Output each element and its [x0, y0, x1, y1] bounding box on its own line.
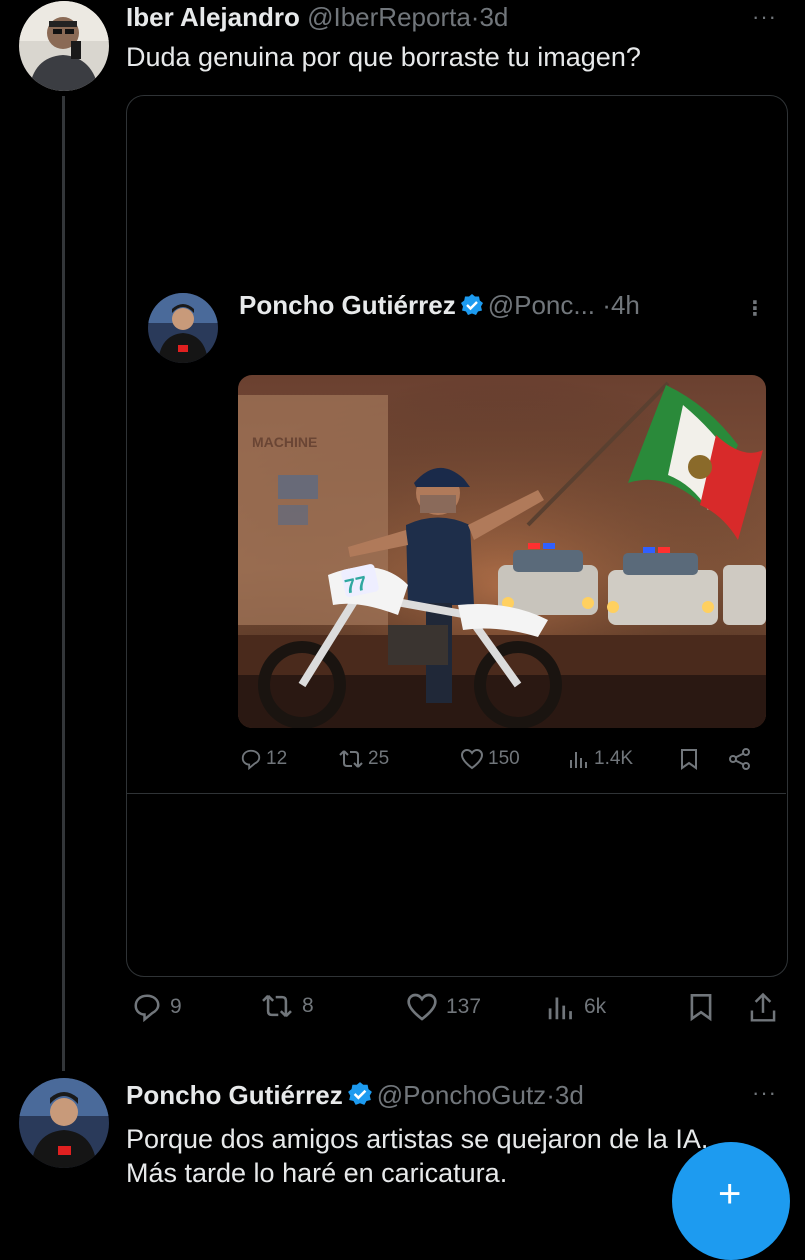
bike-number-text: 77 [343, 572, 369, 598]
tweet-text: Duda genuina por que borraste tu imagen? [126, 42, 641, 72]
quoted-repost: 25 [338, 748, 389, 770]
bookmark-icon [681, 749, 697, 770]
avatar [148, 293, 218, 363]
reply-text: Porque dos amigos artistas se quejaron d… [126, 1124, 709, 1188]
quoted-time: 4h [610, 290, 640, 320]
quoted-reply-count: 12 [266, 748, 288, 769]
verified-badge-icon [347, 1082, 372, 1105]
view-count: 6k [584, 995, 607, 1018]
more-options-icon[interactable]: ··· [752, 4, 777, 30]
more-options-icon[interactable]: ··· [752, 1080, 777, 1106]
quoted-handle: @Ponc... [487, 290, 596, 320]
views-button[interactable]: 6k [546, 992, 606, 1022]
quoted-views: 1.4K [568, 748, 633, 770]
divider [126, 793, 786, 794]
separator-dot: · [602, 290, 611, 320]
tweet-action-bar: 9 8 137 6k [126, 992, 786, 1032]
verified-badge-icon [460, 294, 483, 315]
reply-time[interactable]: 3d [555, 1080, 584, 1110]
quoted-like: 150 [460, 748, 520, 770]
share-button[interactable] [748, 992, 778, 1024]
quoted-bookmark [679, 748, 699, 770]
quoted-repost-count: 25 [368, 748, 390, 769]
building-sign-text: MACHINE [252, 434, 317, 450]
heart-icon [407, 993, 437, 1021]
quoted-more-options-icon: ⋮ [745, 298, 765, 320]
reply-icon [241, 749, 261, 770]
views-icon [548, 997, 572, 1020]
heart-icon [460, 748, 484, 770]
repost-icon [339, 750, 363, 768]
quoted-header: Poncho Gutiérrez @Ponc... ·4h [239, 290, 640, 321]
quoted-view-count: 1.4K [594, 748, 634, 769]
bookmark-button[interactable] [688, 992, 714, 1022]
repost-count: 8 [302, 994, 314, 1017]
author-name[interactable]: Iber Alejandro [126, 2, 300, 32]
quoted-share [728, 748, 752, 770]
reply-author-name[interactable]: Poncho Gutiérrez [126, 1080, 343, 1110]
repost-icon [262, 994, 292, 1018]
quoted-like-count: 150 [488, 748, 520, 769]
like-button[interactable]: 137 [406, 992, 481, 1022]
share-icon [729, 748, 750, 770]
plus-icon: + [718, 1172, 742, 1216]
reply-icon [134, 994, 160, 1022]
reply-header: Poncho Gutiérrez @PonchoGutz·3d [126, 1080, 584, 1111]
bookmark-icon [690, 994, 712, 1022]
share-icon [750, 992, 776, 1022]
tweet-time[interactable]: 3d [479, 2, 508, 32]
author-handle[interactable]: @IberReporta [307, 2, 471, 32]
like-count: 137 [446, 995, 482, 1018]
repost-button[interactable]: 8 [260, 992, 314, 1020]
quoted-author-name: Poncho Gutiérrez [239, 290, 456, 320]
quoted-reply: 12 [240, 748, 287, 770]
separator-dot: · [546, 1080, 555, 1110]
reply-handle[interactable]: @PonchoGutz [377, 1080, 546, 1110]
tweet-header: Iber Alejandro @IberReporta·3d [126, 2, 508, 33]
thread-line [62, 96, 65, 1071]
quoted-action-bar: 12 25 150 1.4K [238, 748, 758, 778]
views-icon [570, 752, 587, 768]
compose-button[interactable]: + [672, 1142, 790, 1260]
reply-count: 9 [170, 995, 182, 1018]
quoted-media-image[interactable]: MACHINE 77 [238, 375, 766, 728]
reply-button[interactable]: 9 [132, 992, 182, 1022]
avatar[interactable] [19, 1, 109, 91]
avatar[interactable] [19, 1078, 109, 1168]
